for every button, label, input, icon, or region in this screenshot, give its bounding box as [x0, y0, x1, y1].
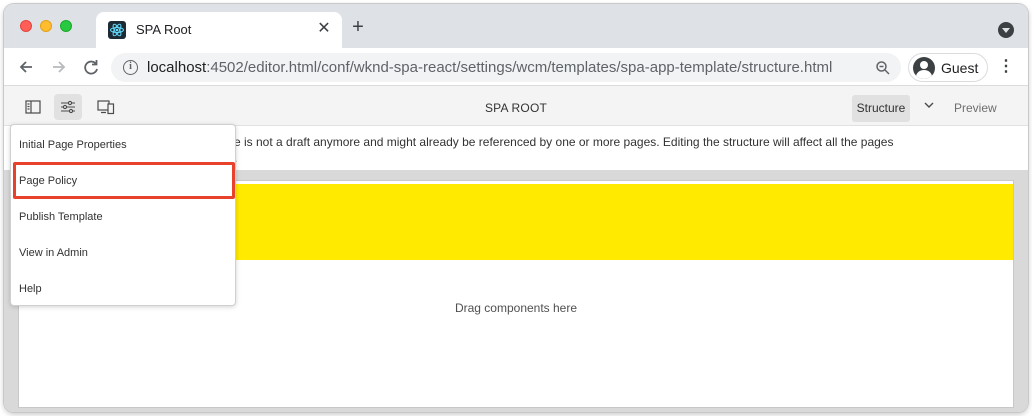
profile-button[interactable]: Guest: [908, 53, 988, 82]
highlight-annotation: [13, 162, 235, 199]
tab-title: SPA Root: [136, 22, 192, 37]
maximize-window-button[interactable]: [60, 20, 72, 32]
menu-item-publish-template[interactable]: Publish Template: [11, 199, 235, 235]
avatar-icon: [913, 57, 935, 79]
preview-button[interactable]: Preview: [954, 101, 997, 115]
reload-button[interactable]: [80, 56, 102, 78]
menu-item-help[interactable]: Help: [11, 271, 235, 307]
minimize-window-button[interactable]: [40, 20, 52, 32]
tab-close-icon[interactable]: ✕: [316, 21, 332, 37]
menu-item-view-in-admin[interactable]: View in Admin: [11, 235, 235, 271]
browser-tab[interactable]: SPA Root ✕: [96, 12, 342, 48]
react-icon: [108, 21, 126, 39]
zoom-icon[interactable]: [875, 60, 891, 76]
back-button[interactable]: [15, 56, 37, 78]
site-info-icon[interactable]: i: [123, 60, 138, 75]
browser-toolbar: i localhost:4502/editor.html/conf/wknd-s…: [4, 48, 1028, 86]
editor-toolbar: SPA ROOT Structure Preview: [4, 86, 1028, 126]
tab-strip: SPA Root ✕ +: [4, 4, 1028, 48]
browser-window: SPA Root ✕ + i localhost:4502/editor.htm…: [4, 4, 1028, 412]
url-text[interactable]: localhost:4502/editor.html/conf/wknd-spa…: [147, 59, 832, 76]
menu-item-initial-page-properties[interactable]: Initial Page Properties: [11, 127, 235, 163]
chevron-down-icon[interactable]: [922, 98, 936, 112]
forward-button[interactable]: [48, 56, 70, 78]
page-information-menu: Initial Page Properties Page Policy Publ…: [10, 124, 236, 306]
structure-mode-button[interactable]: Structure: [852, 95, 910, 122]
new-tab-button[interactable]: +: [348, 17, 368, 38]
profile-label: Guest: [941, 60, 979, 76]
close-window-button[interactable]: [20, 20, 32, 32]
url-path: :4502/editor.html/conf/wknd-spa-react/se…: [206, 59, 833, 76]
more-menu-icon[interactable]: ⋮: [998, 58, 1014, 76]
address-bar[interactable]: i localhost:4502/editor.html/conf/wknd-s…: [111, 53, 901, 82]
tab-search-icon[interactable]: [998, 22, 1014, 38]
url-host: localhost: [147, 59, 207, 76]
